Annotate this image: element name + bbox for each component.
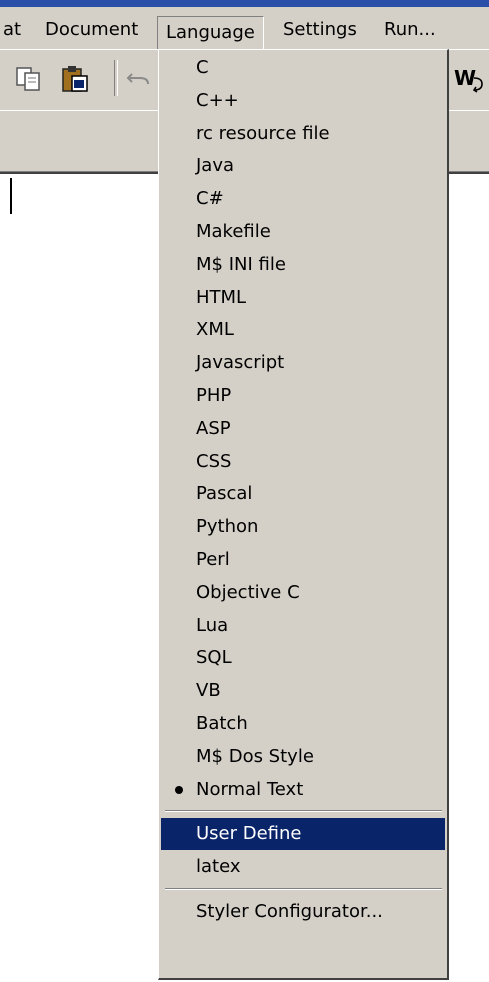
menu-bar: at Document Language Settings Run...: [0, 7, 489, 52]
menu-language[interactable]: Language: [157, 16, 264, 52]
paste-icon[interactable]: [60, 64, 90, 94]
menu-item-label: latex: [196, 856, 241, 878]
menu-item-label: Makefile: [196, 221, 271, 242]
menu-item-label: C++: [196, 89, 239, 111]
menu-item-normal-text[interactable]: Normal Text: [161, 774, 445, 806]
svg-text:W: W: [454, 66, 476, 90]
menu-item-batch[interactable]: Batch: [161, 708, 445, 740]
menu-item-label: Styler Configurator...: [196, 901, 383, 922]
menu-item-label: VB: [196, 680, 221, 702]
menu-item-label: XML: [196, 319, 234, 341]
menu-item-vb[interactable]: VB: [161, 675, 445, 707]
menu-item-label: Objective C: [196, 581, 300, 603]
menu-item-label: Java: [196, 155, 235, 177]
menu-item-m-dos-style[interactable]: M$ Dos Style: [161, 741, 445, 773]
menu-item-label: SQL: [196, 647, 232, 669]
menu-settings[interactable]: Settings: [283, 15, 357, 45]
menu-item-php[interactable]: PHP: [161, 380, 445, 412]
menu-item-css[interactable]: CSS: [161, 446, 445, 478]
menu-format[interactable]: at: [3, 15, 21, 45]
menu-document[interactable]: Document: [45, 15, 138, 45]
menu-item-c[interactable]: C#: [161, 183, 445, 215]
menu-item-xml[interactable]: XML: [161, 314, 445, 346]
menu-item-label: CSS: [196, 450, 232, 472]
menu-item-python[interactable]: Python: [161, 511, 445, 543]
menu-separator: [165, 810, 442, 813]
menu-item-html[interactable]: HTML: [161, 282, 445, 314]
wrap-icon[interactable]: W: [454, 64, 484, 94]
radio-bullet-icon: [175, 785, 183, 794]
menu-item-java[interactable]: Java: [161, 150, 445, 182]
text-caret: [10, 178, 12, 214]
menu-item-label: C#: [196, 188, 224, 210]
menu-item-label: ASP: [196, 417, 231, 439]
menu-item-c[interactable]: C: [161, 52, 445, 84]
menu-item-lua[interactable]: Lua: [161, 610, 445, 642]
menu-item-label: rc resource file: [196, 122, 330, 144]
menu-item-label: Perl: [196, 549, 230, 570]
menu-item-label: HTML: [196, 286, 247, 308]
undo-icon[interactable]: [124, 64, 154, 94]
menu-run[interactable]: Run...: [384, 15, 436, 45]
menu-item-label: Normal Text: [196, 778, 304, 800]
menu-item-user-define[interactable]: User Define: [161, 818, 445, 851]
menu-item-pascal[interactable]: Pascal: [161, 478, 445, 510]
menu-item-label: M$ INI file: [196, 253, 286, 275]
menu-item-m-ini-file[interactable]: M$ INI file: [161, 249, 445, 281]
menu-item-makefile[interactable]: Makefile: [161, 216, 445, 248]
menu-item-javascript[interactable]: Javascript: [161, 347, 445, 379]
menu-item-label: M$ Dos Style: [196, 745, 314, 767]
menu-item-label: Batch: [196, 713, 248, 734]
language-dropdown-menu: C C++ rc resource file Java C# Makefile M$ INI…: [158, 49, 449, 980]
menu-item-perl[interactable]: Perl: [161, 544, 445, 576]
title-bar-edge: [0, 0, 489, 7]
menu-item-label: User Define: [196, 823, 302, 845]
menu-item-label: PHP: [196, 385, 232, 406]
menu-item-c[interactable]: C++: [161, 85, 445, 117]
menu-separator: [165, 888, 442, 890]
copy-icon[interactable]: [14, 64, 44, 94]
menu-item-sql[interactable]: SQL: [161, 642, 445, 674]
menu-item-rc-resource-file[interactable]: rc resource file: [161, 118, 445, 150]
menu-item-label: Javascript: [196, 352, 285, 374]
menu-item-label: Lua: [196, 614, 229, 636]
menu-item-objective-c[interactable]: Objective C: [161, 577, 445, 609]
menu-item-label: Pascal: [196, 483, 253, 505]
menu-item-asp[interactable]: ASP: [161, 413, 445, 445]
toolbar-separator: [114, 60, 118, 96]
menu-item-label: Python: [196, 516, 259, 538]
menu-item-label: C: [196, 57, 209, 78]
menu-item-latex[interactable]: latex: [161, 851, 445, 883]
menu-item-styler-configurator[interactable]: Styler Configurator...: [161, 896, 445, 928]
